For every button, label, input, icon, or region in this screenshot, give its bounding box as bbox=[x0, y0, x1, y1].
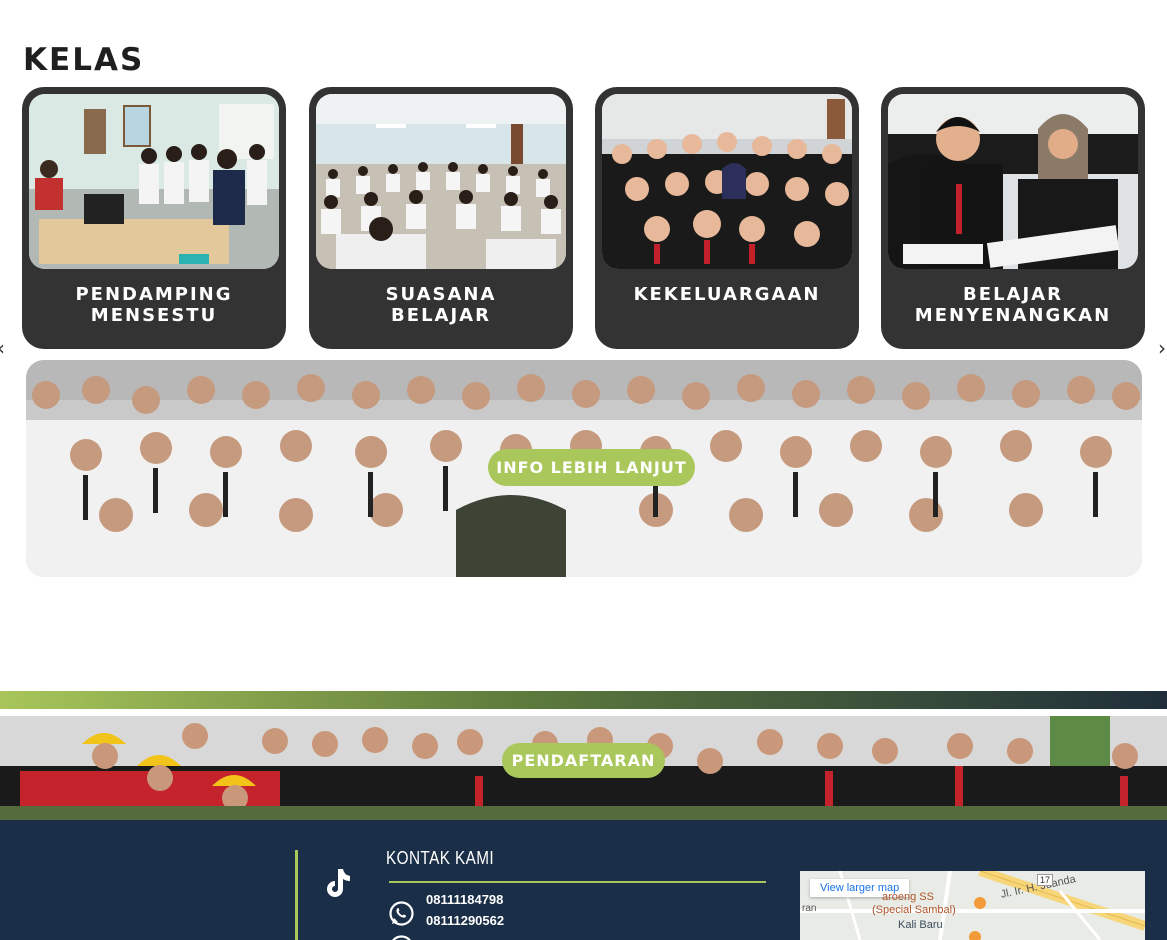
carousel-prev-arrow-icon[interactable]: ‹ bbox=[0, 336, 5, 360]
map-place-sub: (Special Sambal) bbox=[872, 904, 956, 916]
classroom-computer-photo bbox=[29, 94, 279, 269]
footer-vertical-divider bbox=[295, 850, 298, 940]
class-card-label: KEKELUARGAAN bbox=[633, 284, 821, 305]
class-card-label: BELAJAR MENYENANGKAN bbox=[914, 284, 1112, 326]
class-card-label: SUASANA BELAJAR bbox=[385, 284, 497, 326]
class-card-pendamping[interactable]: PENDAMPING MENSESTU bbox=[22, 87, 286, 349]
map-place-name: aroeng SS bbox=[882, 891, 934, 903]
tiktok-icon[interactable] bbox=[320, 865, 354, 899]
study-together-photo bbox=[888, 94, 1138, 269]
exam-hall-photo bbox=[316, 94, 566, 269]
map-small-road: ran bbox=[802, 903, 817, 914]
gradient-divider bbox=[0, 691, 1167, 709]
map-road-number: 17 bbox=[1037, 874, 1054, 886]
olive-divider bbox=[0, 806, 1167, 820]
second-contact-icon[interactable] bbox=[388, 934, 415, 940]
carousel-next-arrow-icon[interactable]: › bbox=[1158, 336, 1166, 360]
info-more-button[interactable]: INFO LEBIH LANJUT bbox=[488, 449, 695, 486]
section-title: KELAS bbox=[23, 42, 145, 78]
phone-number[interactable]: 08111290562 bbox=[426, 913, 504, 928]
whatsapp-icon[interactable] bbox=[388, 900, 415, 927]
contact-heading: KONTAK KAMI bbox=[386, 848, 495, 868]
class-card-kekeluargaan[interactable]: KEKELUARGAAN bbox=[595, 87, 859, 349]
location-map[interactable]: View larger map aroeng SS (Special Samba… bbox=[800, 871, 1145, 940]
footer: KONTAK KAMI 08111184798 08111290562 View… bbox=[0, 820, 1167, 940]
map-area-name: Kali Baru bbox=[898, 919, 943, 931]
registration-button[interactable]: PENDAFTARAN bbox=[502, 743, 665, 778]
class-card-suasana[interactable]: SUASANA BELAJAR bbox=[309, 87, 573, 349]
class-card-label: PENDAMPING MENSESTU bbox=[75, 284, 233, 326]
group-selfie-photo bbox=[602, 94, 852, 269]
contact-underline bbox=[389, 881, 766, 883]
phone-number[interactable]: 08111184798 bbox=[426, 892, 503, 907]
class-card-belajar[interactable]: BELAJAR MENYENANGKAN bbox=[881, 87, 1145, 349]
